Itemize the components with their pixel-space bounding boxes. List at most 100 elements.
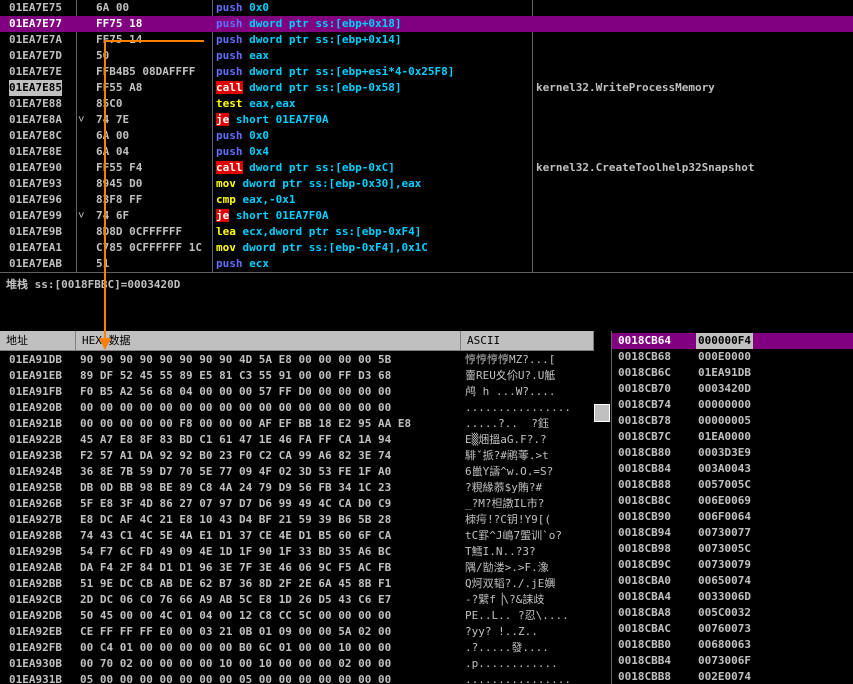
dump-row[interactable]: 01EA925B DB 0D BB 98 BE 89 C8 4A 24 79 D9…	[0, 480, 600, 496]
disasm-instruction: push dword ptr ss:[ebp+0x18]	[216, 16, 401, 32]
disasm-address: 01EA7E8A	[9, 113, 62, 126]
stack-row[interactable]: 0018CB74 00000000	[612, 397, 853, 413]
follow-arrow-vertical	[104, 40, 106, 340]
dump-row[interactable]: 01EA91FB F0 B5 A2 56 68 04 00 00 00 57 FF…	[0, 384, 600, 400]
disasm-row[interactable]: 01EA7EA1 C785 0CFFFFFF 1C mov dword ptr ss…	[0, 240, 853, 256]
disasm-row[interactable]: 01EA7E88 85C0 test eax,eax	[0, 96, 853, 112]
stack-pane[interactable]: 0018CB64 000000F4 0018CB68 000E0000 0018CB6C…	[611, 331, 853, 684]
dump-header-hex[interactable]: HEX 数据	[76, 331, 461, 351]
follow-arrow-horizontal	[104, 40, 204, 42]
disasm-row[interactable]: 01EA7E9B 8D8D 0CFFFFFF lea ecx,dword ptr s…	[0, 224, 853, 240]
disasm-row[interactable]: 01EA7E8E 6A 04 push 0x4	[0, 144, 853, 160]
dump-row[interactable]: 01EA92DB 50 45 00 00 4C 01 04 00 12 C8 CC…	[0, 608, 600, 624]
stack-row[interactable]: 0018CB7C 01EA0000	[612, 429, 853, 445]
dump-row[interactable]: 01EA92FB 00 C4 01 00 00 00 00 00 B0 6C 01…	[0, 640, 600, 656]
stack-row[interactable]: 0018CB98 0073005C	[612, 541, 853, 557]
disasm-row[interactable]: 01EA7E99 ˅ 74 6F je short 01EA7F0A	[0, 208, 853, 224]
stack-value: 00000000	[698, 398, 751, 411]
disasm-row[interactable]: 01EA7E8A ˅ 74 7E je short 01EA7F0A	[0, 112, 853, 128]
stack-row[interactable]: 0018CB80 0003D3E9	[612, 445, 853, 461]
stack-row[interactable]: 0018CBA8 005C0032	[612, 605, 853, 621]
dump-header-ascii[interactable]: ASCII	[461, 331, 594, 351]
stack-address: 0018CB70	[618, 382, 671, 395]
disasm-hex: 6A 00	[96, 1, 130, 14]
stack-row[interactable]: 0018CBAC 00760073	[612, 621, 853, 637]
dump-row[interactable]: 01EA930B 00 70 02 00 00 00 00 10 00 10 00…	[0, 656, 600, 672]
disasm-row[interactable]: 01EA7E77 FF75 18 push dword ptr ss:[ebp+0x…	[0, 16, 853, 32]
stack-row[interactable]: 0018CBA0 00650074	[612, 573, 853, 589]
dump-hex-bytes: 5F E8 3F 4D 86 27 07 97 D7 D6 99 49 4C C…	[80, 497, 392, 510]
dump-header-address[interactable]: 地址	[0, 331, 76, 351]
dump-row[interactable]: 01EA92AB DA F4 2F 84 D1 D1 96 3E 7F 3E 46…	[0, 560, 600, 576]
stack-row[interactable]: 0018CB9C 00730079	[612, 557, 853, 573]
disasm-mnemonic: call	[216, 161, 243, 174]
disasm-instruction: push 0x4	[216, 144, 269, 160]
disasm-row[interactable]: 01EA7E85 FF55 A8 call dword ptr ss:[ebp-0x…	[0, 80, 853, 96]
stack-row[interactable]: 0018CBA4 0033006D	[612, 589, 853, 605]
disasm-mnemonic: test	[216, 97, 243, 110]
disasm-hex: 8945 D0	[96, 177, 143, 190]
stack-row[interactable]: 0018CBB0 00680063	[612, 637, 853, 653]
dump-address: 01EA931B	[9, 673, 62, 684]
dump-row[interactable]: 01EA922B 45 A7 E8 8F 83 BD C1 61 47 1E 46…	[0, 432, 600, 448]
disasm-comment: kernel32.WriteProcessMemory	[536, 81, 715, 94]
dump-row[interactable]: 01EA92CB 2D DC 06 C0 76 66 A9 AB 5C E8 1D…	[0, 592, 600, 608]
disasm-row[interactable]: 01EA7EAB 51 push ecx	[0, 256, 853, 272]
dump-row[interactable]: 01EA921B 00 00 00 00 00 F8 00 00 00 AF EF…	[0, 416, 600, 432]
disasm-instruction: push dword ptr ss:[ebp+0x14]	[216, 32, 401, 48]
disasm-row[interactable]: 01EA7E75 6A 00 push 0x0	[0, 0, 853, 16]
dump-row[interactable]: 01EA92BB 51 9E DC CB AB DE 62 B7 36 8D 2F…	[0, 576, 600, 592]
stack-row[interactable]: 0018CB88 0057005C	[612, 477, 853, 493]
dump-scrollbar[interactable]	[594, 351, 610, 684]
dump-scrollbar-thumb[interactable]	[594, 404, 610, 422]
disasm-instruction: mov dword ptr ss:[ebp-0xF4],0x1C	[216, 240, 428, 256]
disasm-row[interactable]: 01EA7E90 FF55 F4 call dword ptr ss:[ebp-0x…	[0, 160, 853, 176]
stack-row[interactable]: 0018CB68 000E0000	[612, 349, 853, 365]
stack-row[interactable]: 0018CBB8 002E0074	[612, 669, 853, 684]
hex-dump-pane[interactable]: 地址 HEX 数据 ASCII 01EA91DB 90 90 90 90 90 9…	[0, 331, 610, 684]
stack-address: 0018CB94	[618, 526, 671, 539]
disasm-mnemonic: push	[216, 65, 243, 78]
stack-row[interactable]: 0018CB84 003A0043	[612, 461, 853, 477]
stack-value: 005C0032	[698, 606, 751, 619]
disasm-mnemonic: push	[216, 145, 243, 158]
disasm-address: 01EA7E75	[9, 1, 62, 14]
dump-row[interactable]: 01EA928B 74 43 C1 4C 5E 4A E1 D1 37 CE 4E…	[0, 528, 600, 544]
stack-row[interactable]: 0018CB6C 01EA91DB	[612, 365, 853, 381]
dump-row[interactable]: 01EA92EB CE FF FF FF E0 00 03 21 0B 01 09…	[0, 624, 600, 640]
disasm-row[interactable]: 01EA7E7E FFB4B5 08DAFFFF push dword ptr ss…	[0, 64, 853, 80]
disasm-row[interactable]: 01EA7E8C 6A 00 push 0x0	[0, 128, 853, 144]
dump-ascii: .p............	[465, 657, 558, 670]
stack-row[interactable]: 0018CB64 000000F4	[612, 333, 853, 349]
stack-row[interactable]: 0018CB90 006F0064	[612, 509, 853, 525]
stack-row[interactable]: 0018CB94 00730077	[612, 525, 853, 541]
dump-ascii: Q炣双韬?./.jE嬹	[465, 577, 556, 590]
info-pane: 堆栈 ss:[0018FBBC]=0003420D	[0, 272, 853, 331]
disasm-instruction: call dword ptr ss:[ebp-0x58]	[216, 80, 401, 96]
dump-row[interactable]: 01EA920B 00 00 00 00 00 00 00 00 00 00 00…	[0, 400, 600, 416]
stack-row[interactable]: 0018CB70 0003420D	[612, 381, 853, 397]
dump-row[interactable]: 01EA91DB 90 90 90 90 90 90 90 90 4D 5A E8…	[0, 352, 600, 368]
disasm-hex: C785 0CFFFFFF 1C	[96, 241, 202, 254]
dump-row[interactable]: 01EA931B 05 00 00 00 00 00 00 00 05 00 00…	[0, 672, 600, 684]
dump-ascii: E▒焑搵aG.F?.?	[465, 433, 547, 446]
disasm-address: 01EA7E99	[9, 209, 62, 222]
disasm-row[interactable]: 01EA7E93 8945 D0 mov dword ptr ss:[ebp-0x3…	[0, 176, 853, 192]
stack-row[interactable]: 0018CBB4 0073006F	[612, 653, 853, 669]
jump-marker: ˅	[78, 209, 85, 222]
stack-row[interactable]: 0018CB8C 006E0069	[612, 493, 853, 509]
disasm-mnemonic: lea	[216, 225, 236, 238]
disasm-row[interactable]: 01EA7E7D 50 push eax	[0, 48, 853, 64]
dump-row[interactable]: 01EA924B 36 8E 7B 59 D7 70 5E 77 09 4F 02…	[0, 464, 600, 480]
dump-row[interactable]: 01EA927B E8 DC AF 4C 21 E8 10 43 D4 BF 21…	[0, 512, 600, 528]
disasm-mnemonic: mov	[216, 241, 236, 254]
stack-row[interactable]: 0018CB78 00000005	[612, 413, 853, 429]
stack-value: 00760073	[698, 622, 751, 635]
dump-address: 01EA927B	[9, 513, 62, 526]
dump-row[interactable]: 01EA929B 54 F7 6C FD 49 09 4E 1D 1F 90 1F…	[0, 544, 600, 560]
disasm-hex: 74 6F	[96, 209, 130, 222]
dump-row[interactable]: 01EA91EB 89 DF 52 45 55 89 E5 81 C3 55 91…	[0, 368, 600, 384]
dump-row[interactable]: 01EA926B 5F E8 3F 4D 86 27 07 97 D7 D6 99…	[0, 496, 600, 512]
dump-row[interactable]: 01EA923B F2 57 A1 DA 92 92 B0 23 F0 C2 CA…	[0, 448, 600, 464]
disasm-row[interactable]: 01EA7E96 83F8 FF cmp eax,-0x1	[0, 192, 853, 208]
